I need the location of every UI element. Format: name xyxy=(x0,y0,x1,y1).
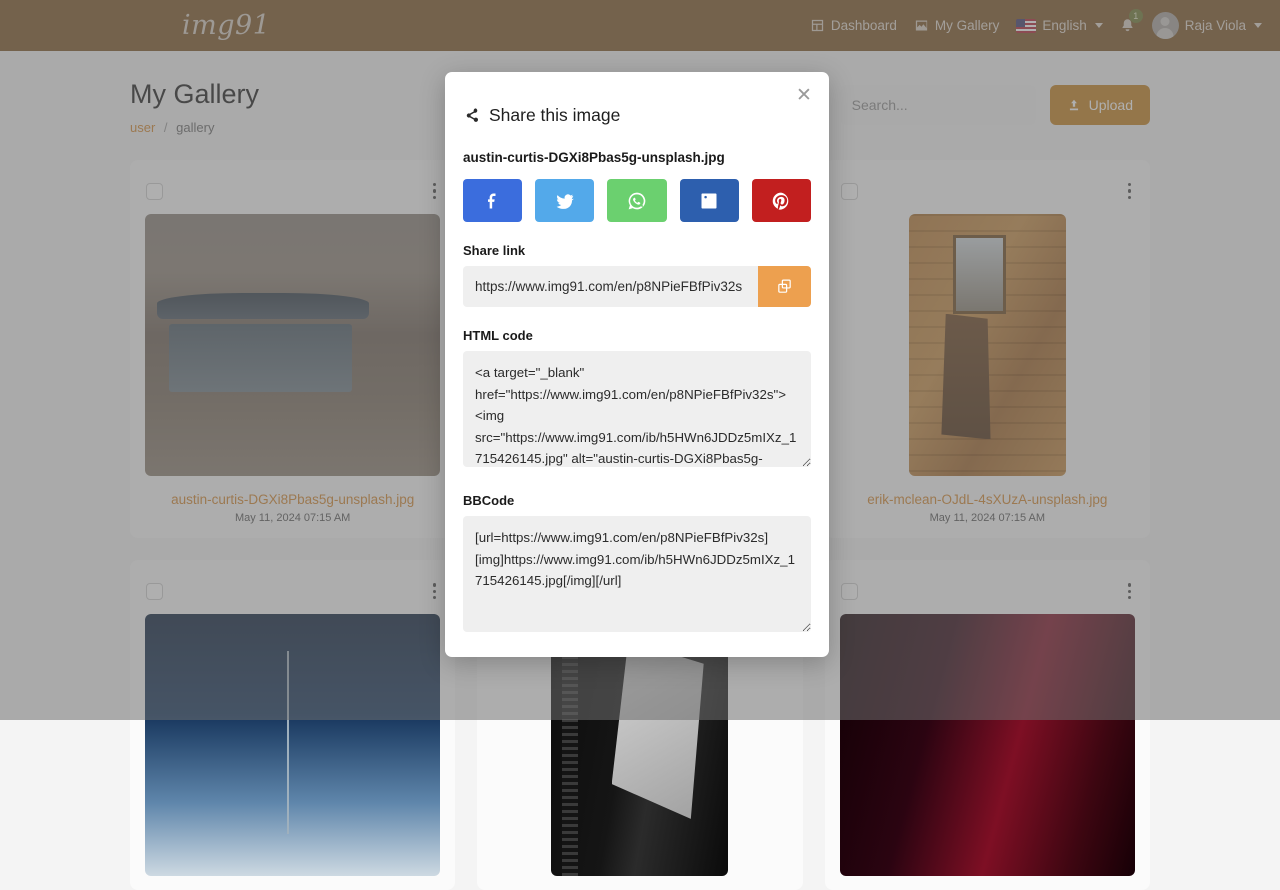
bbcode-textarea[interactable]: [url=https://www.img91.com/en/p8NPieFBfP… xyxy=(463,516,811,632)
html-code-textarea[interactable]: <a target="_blank" href="https://www.img… xyxy=(463,351,811,467)
modal-title-row: Share this image xyxy=(463,72,811,126)
html-code-label: HTML code xyxy=(463,328,811,343)
share-nodes-icon xyxy=(463,107,480,124)
close-icon[interactable]: ✕ xyxy=(793,84,815,106)
social-share-buttons xyxy=(463,179,811,222)
twitter-icon xyxy=(555,191,575,211)
bbcode-label: BBCode xyxy=(463,493,811,508)
share-link-row xyxy=(463,266,811,307)
pinterest-icon xyxy=(771,191,791,211)
share-facebook-button[interactable] xyxy=(463,179,522,222)
share-whatsapp-button[interactable] xyxy=(607,179,666,222)
share-pinterest-button[interactable] xyxy=(752,179,811,222)
whatsapp-icon xyxy=(627,191,647,211)
linkedin-icon xyxy=(699,191,719,211)
copy-icon xyxy=(776,278,793,295)
modal-file-name: austin-curtis-DGXi8Pbas5g-unsplash.jpg xyxy=(463,150,811,165)
facebook-icon xyxy=(483,191,503,211)
copy-link-button[interactable] xyxy=(758,266,811,307)
modal-title: Share this image xyxy=(489,105,620,126)
share-linkedin-button[interactable] xyxy=(680,179,739,222)
share-link-input[interactable] xyxy=(463,266,758,307)
share-twitter-button[interactable] xyxy=(535,179,594,222)
share-link-label: Share link xyxy=(463,243,811,258)
share-image-modal: ✕ Share this image austin-curtis-DGXi8Pb… xyxy=(445,72,829,657)
